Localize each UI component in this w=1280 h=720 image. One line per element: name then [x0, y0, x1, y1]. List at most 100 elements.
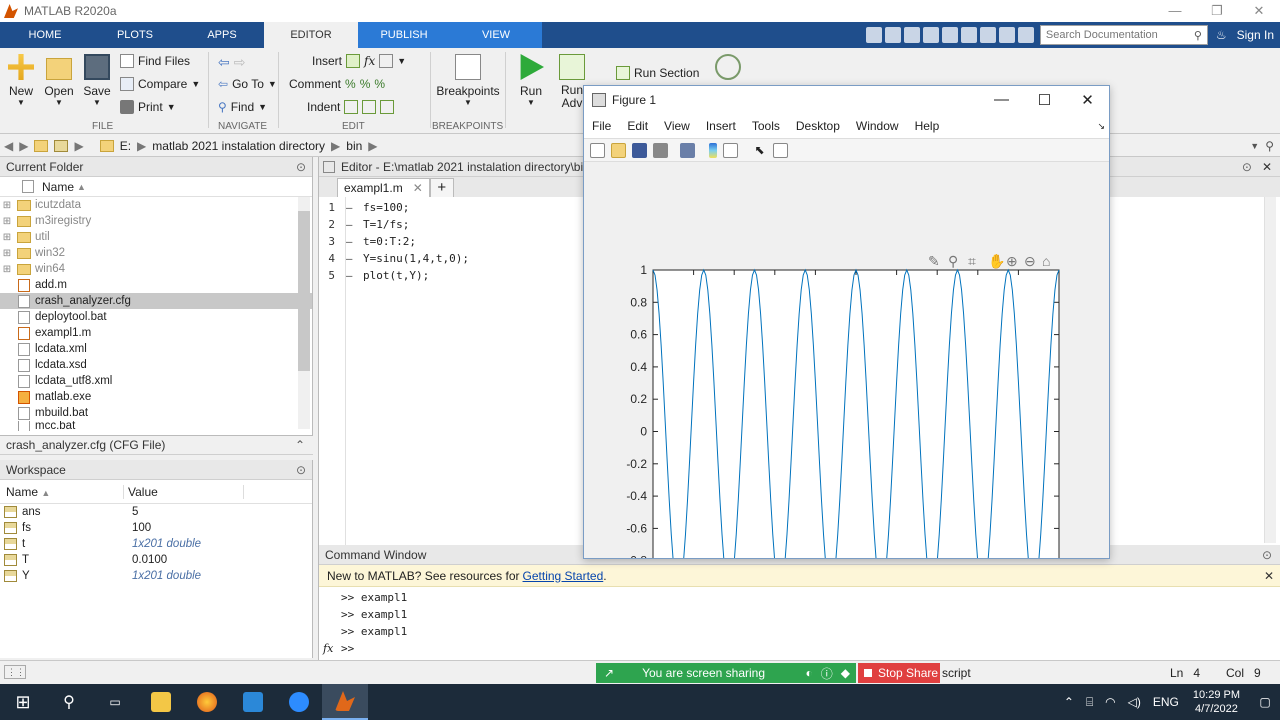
panel-menu-icon[interactable]: ⊙ — [296, 463, 306, 477]
list-item[interactable]: lcdata_utf8.xml — [0, 373, 312, 389]
stop-share-button[interactable]: Stop Share — [858, 663, 940, 683]
browse-folder-icon[interactable] — [54, 139, 69, 152]
tab-publish[interactable]: PUBLISH — [358, 22, 450, 48]
zoom-app-button[interactable] — [276, 684, 322, 720]
bell-icon[interactable]: ♨ — [1216, 28, 1227, 42]
volume-icon[interactable]: ◁) — [1128, 695, 1141, 709]
start-button[interactable]: ⊞ — [0, 684, 46, 720]
table-row[interactable]: ans 5 — [0, 504, 312, 520]
colorbar-icon[interactable] — [709, 142, 717, 158]
new-button[interactable]: New ▼ — [6, 54, 36, 107]
forward-icon[interactable]: ▶ — [19, 139, 28, 153]
tab-close-icon[interactable]: ✕ — [413, 181, 423, 195]
paste-icon[interactable] — [922, 27, 939, 43]
new-figure-icon[interactable] — [590, 142, 605, 158]
menu-edit[interactable]: Edit — [627, 119, 648, 133]
banner-close-icon[interactable]: ✕ — [1264, 569, 1274, 583]
tab-plots[interactable]: PLOTS — [90, 22, 180, 48]
figure-close-button[interactable]: ✕ — [1066, 91, 1109, 109]
list-item[interactable]: ⊞ win32 — [0, 245, 312, 261]
tab-home[interactable]: HOME — [0, 22, 90, 48]
plot-area[interactable]: 00.20.40.60.811.21.41.61.8210.80.60.40.2… — [584, 162, 1109, 612]
uncomment-icon[interactable]: % — [374, 77, 385, 91]
run-and-time-button[interactable] — [714, 54, 742, 84]
increase-indent-icon[interactable] — [362, 100, 377, 114]
list-item[interactable]: mbuild.bat — [0, 405, 312, 421]
list-item[interactable]: ⊞ util — [0, 229, 312, 245]
save-figure-icon[interactable] — [632, 142, 647, 158]
find-button[interactable]: ⚲ Find ▼ — [218, 100, 267, 114]
undo-icon[interactable] — [941, 27, 958, 43]
folder-scrollbar[interactable] — [298, 197, 310, 429]
back-forward-buttons[interactable]: ⇦ ⇨ — [218, 54, 245, 71]
new-tab-button[interactable]: + — [429, 178, 454, 197]
list-item[interactable]: mcc.bat — [0, 421, 312, 431]
open-button[interactable]: Open ▼ — [42, 54, 76, 107]
breadcrumb-folder[interactable]: matlab 2021 instalation directory — [152, 139, 325, 153]
panel-menu-icon[interactable]: ⊙ — [1262, 548, 1272, 562]
command-output[interactable]: >> exampl1 >> exampl1 >> exampl1 fx >> — [319, 587, 1280, 659]
save-icon[interactable] — [865, 27, 882, 43]
sync-app-button[interactable] — [230, 684, 276, 720]
print-button[interactable]: Print ▼ — [120, 100, 176, 114]
restore-button[interactable]: ❐ — [1196, 3, 1238, 19]
list-item[interactable]: lcdata.xsd — [0, 357, 312, 373]
list-item[interactable]: exampl1.m — [0, 325, 312, 341]
back-arrow-icon[interactable]: ⇦ — [218, 54, 230, 71]
insert-function-icon[interactable] — [379, 54, 394, 68]
up-folder-icon[interactable] — [34, 139, 49, 152]
property-editor-icon[interactable] — [773, 142, 788, 158]
file-explorer-button[interactable] — [138, 684, 184, 720]
run-button[interactable]: Run ▼ — [514, 54, 548, 107]
switch-windows-icon[interactable] — [979, 27, 996, 43]
getting-started-link[interactable]: Getting Started — [523, 569, 604, 583]
matlab-taskbar-button[interactable] — [322, 684, 368, 720]
figure-maximize-button[interactable]: ☐ — [1023, 91, 1066, 109]
comment-button[interactable]: Comment%%% — [289, 77, 385, 91]
zoom-in-icon[interactable]: ⊕ — [1006, 253, 1018, 269]
breadcrumb-sub[interactable]: bin — [346, 139, 362, 153]
list-item[interactable]: crash_analyzer.cfg — [0, 293, 312, 309]
menu-file[interactable]: File — [592, 119, 611, 133]
table-row[interactable]: T 0.0100 — [0, 552, 312, 568]
menu-tools[interactable]: Tools — [752, 119, 780, 133]
insert-button[interactable]: Insert fx ▼ — [312, 54, 406, 68]
shield-icon[interactable]: ◆ — [841, 666, 850, 680]
collapse-icon[interactable]: ⌃ — [295, 438, 305, 452]
tab-editor[interactable]: EDITOR — [264, 22, 358, 48]
copy-icon[interactable] — [903, 27, 920, 43]
cut-icon[interactable] — [884, 27, 901, 43]
menu-help[interactable]: Help — [915, 119, 940, 133]
name-column-header[interactable]: Name ▲ — [0, 177, 312, 197]
pan-hand-icon[interactable]: ✋ — [988, 253, 1005, 269]
percent-icon[interactable]: % — [345, 77, 356, 91]
panel-menu-icon[interactable]: ⊙ — [296, 160, 306, 174]
panel-menu-icon[interactable]: ⊙ — [1242, 160, 1252, 174]
search-documentation-input[interactable]: Search Documentation ⚲ — [1039, 25, 1208, 45]
run-and-advance-button[interactable]: Run Adv — [558, 54, 586, 110]
link-plot-icon[interactable] — [680, 142, 695, 158]
table-row[interactable]: t 1x201 double — [0, 536, 312, 552]
back-icon[interactable]: ◀ — [4, 139, 13, 153]
go-to-button[interactable]: ⇦ Go To ▼ — [218, 77, 277, 91]
list-item[interactable]: ⊞ win64 — [0, 261, 312, 277]
decrease-indent-icon[interactable] — [380, 100, 395, 114]
legend-icon[interactable] — [723, 142, 738, 158]
restore-view-icon[interactable]: ⌂ — [1042, 253, 1050, 269]
details-bar[interactable]: crash_analyzer.cfg (CFG File) ⌃ — [0, 435, 313, 455]
notifications-button[interactable]: ▢ — [1250, 695, 1280, 709]
address-search-icon[interactable]: ⚲ — [1265, 139, 1274, 153]
list-item[interactable]: matlab.exe — [0, 389, 312, 405]
find-files-button[interactable]: Find Files — [120, 54, 190, 68]
search-button[interactable]: ⚲ — [46, 684, 92, 720]
breadcrumb-drive[interactable]: E: — [120, 139, 131, 153]
help-icon[interactable] — [998, 27, 1015, 43]
table-row[interactable]: Y 1x201 double — [0, 568, 312, 584]
smart-indent-icon[interactable] — [344, 100, 359, 114]
open-file-icon[interactable] — [611, 142, 626, 158]
redo-icon[interactable] — [960, 27, 977, 43]
forward-arrow-icon[interactable]: ⇨ — [234, 54, 246, 71]
close-button[interactable]: ✕ — [1238, 3, 1280, 19]
wifi-icon[interactable]: ◠ — [1105, 695, 1115, 709]
table-row[interactable]: fs 100 — [0, 520, 312, 536]
